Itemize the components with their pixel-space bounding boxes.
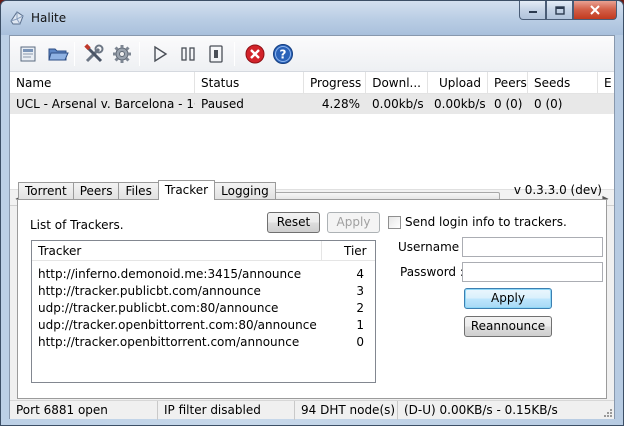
torrent-download-rate: 0.00kb/s [372, 97, 424, 111]
tab-files[interactable]: Files [118, 182, 159, 200]
status-bar: Port 6881 open IP filter disabled 94 DHT… [10, 400, 614, 420]
remove-icon [245, 44, 265, 64]
close-button[interactable] [573, 1, 617, 20]
tracker-url: udp://tracker.openbittorrent.com:80/anno… [38, 318, 317, 332]
column-header-name[interactable]: Name [10, 72, 195, 94]
tracker-list-header: Tracker Tier [32, 241, 375, 261]
column-header-tracker[interactable]: Tracker [32, 241, 322, 261]
svg-text:?: ? [280, 48, 287, 62]
remove-button[interactable] [243, 42, 267, 66]
torrent-status: Paused [201, 97, 244, 111]
help-icon: ? [273, 44, 293, 64]
version-label: v 0.3.3.0 (dev) [513, 183, 602, 197]
column-header-eta[interactable]: E [598, 72, 614, 94]
minimize-button[interactable] [519, 1, 546, 20]
maximize-icon [554, 5, 565, 15]
table-row[interactable]: udp://tracker.openbittorrent.com:80/anno… [32, 317, 375, 334]
torrent-peers: 0 (0) [494, 97, 523, 111]
maximize-button[interactable] [546, 1, 573, 20]
transfer-rates: (D-U) 0.00KB/s - 0.15KB/s [404, 403, 558, 417]
tracker-url: http://inferno.demonoid.me:3415/announce [38, 267, 302, 281]
dht-status: 94 DHT node(s) [295, 401, 398, 420]
username-label: Username : [398, 240, 468, 254]
apply-login-button[interactable]: Apply [464, 288, 552, 309]
client-area: ? Name Status Progress Downl... Upload P… [9, 35, 615, 420]
table-row[interactable]: UCL - Arsenal v. Barcelona - 16 ... Paus… [10, 94, 614, 114]
minimize-icon [528, 11, 537, 13]
preferences-button[interactable] [110, 42, 134, 66]
tracker-url: http://tracker.publicbt.com/announce [38, 284, 261, 298]
open-torrent-button[interactable] [46, 42, 70, 66]
table-row[interactable]: http://tracker.openbittorrent.com/announ… [32, 334, 375, 351]
tracker-tier: 4 [356, 267, 364, 281]
tab-logging[interactable]: Logging [214, 182, 276, 200]
torrent-list-header: Name Status Progress Downl... Upload Pee… [10, 72, 614, 94]
password-label: Password : [400, 265, 464, 279]
tracker-url: http://tracker.openbittorrent.com/announ… [38, 335, 300, 349]
torrent-upload-rate: 0.00kb/s [434, 97, 486, 111]
pause-icon [181, 47, 195, 61]
tracker-list[interactable]: Tracker Tier http://inferno.demonoid.me:… [31, 240, 376, 383]
tab-tracker[interactable]: Tracker [157, 180, 216, 200]
column-header-tier[interactable]: Tier [338, 241, 373, 261]
column-header-peers[interactable]: Peers [488, 72, 528, 94]
close-icon [590, 5, 600, 15]
new-torrent-button[interactable] [16, 42, 40, 66]
column-header-upload[interactable]: Upload [428, 72, 488, 94]
title-bar[interactable]: Halite [1, 1, 623, 35]
column-header-progress[interactable]: Progress [304, 72, 366, 94]
reset-button[interactable]: Reset [267, 212, 320, 233]
gear-icon [113, 45, 131, 63]
new-document-icon [20, 46, 36, 62]
send-login-label: Send login info to trackers. [405, 215, 567, 229]
tab-peers[interactable]: Peers [72, 182, 120, 200]
table-row[interactable]: http://tracker.publicbt.com/announce 3 [32, 283, 375, 300]
help-button[interactable]: ? [271, 42, 295, 66]
torrent-progress: 4.28% [321, 97, 360, 111]
username-field[interactable] [462, 237, 603, 257]
tools-icon [84, 43, 104, 63]
tracker-tier: 2 [356, 301, 364, 315]
reannounce-button[interactable]: Reannounce [464, 316, 552, 337]
tracker-url: udp://tracker.publicbt.com:80/announce [38, 301, 279, 315]
halite-logo-icon [10, 11, 24, 25]
column-header-status[interactable]: Status [195, 72, 304, 94]
torrent-seeds: 0 (0) [534, 97, 563, 111]
tracker-tier: 3 [356, 284, 364, 298]
play-icon [154, 45, 168, 63]
window-title: Halite [31, 11, 67, 25]
window-controls [519, 1, 617, 21]
toolbar-separator [234, 42, 235, 66]
tracker-list-label: List of Trackers. [30, 218, 124, 232]
password-field[interactable] [462, 262, 603, 282]
pause-button[interactable] [176, 42, 200, 66]
toolbar-separator [74, 42, 75, 66]
detail-tabs: Torrent Peers Files Tracker Logging [18, 180, 276, 200]
tracker-tier: 1 [356, 318, 364, 332]
tab-torrent[interactable]: Torrent [18, 182, 74, 200]
stop-icon [209, 45, 223, 63]
toolbar-separator [139, 42, 140, 66]
torrent-name: UCL - Arsenal v. Barcelona - 16 ... [16, 97, 195, 111]
table-row[interactable]: udp://tracker.publicbt.com:80/announce 2 [32, 300, 375, 317]
stop-button[interactable] [204, 42, 228, 66]
resize-grip-icon[interactable] [602, 407, 612, 417]
column-header-download[interactable]: Downl... [366, 72, 428, 94]
ip-filter-status: IP filter disabled [158, 401, 295, 420]
table-row[interactable]: http://inferno.demonoid.me:3415/announce… [32, 266, 375, 283]
toolbar: ? [10, 36, 614, 72]
settings-button[interactable] [82, 42, 106, 66]
column-header-seeds[interactable]: Seeds [528, 72, 598, 94]
start-button[interactable] [148, 42, 172, 66]
send-login-checkbox[interactable] [388, 216, 401, 229]
apply-trackers-button[interactable]: Apply [327, 212, 380, 233]
app-window: Halite ? Name Status Progress Downl... U… [0, 0, 624, 426]
tracker-tier: 0 [356, 335, 364, 349]
tracker-panel: List of Trackers. Reset Apply Tracker Ti… [17, 199, 607, 399]
open-folder-icon [48, 48, 69, 61]
port-status: Port 6881 open [10, 401, 158, 420]
